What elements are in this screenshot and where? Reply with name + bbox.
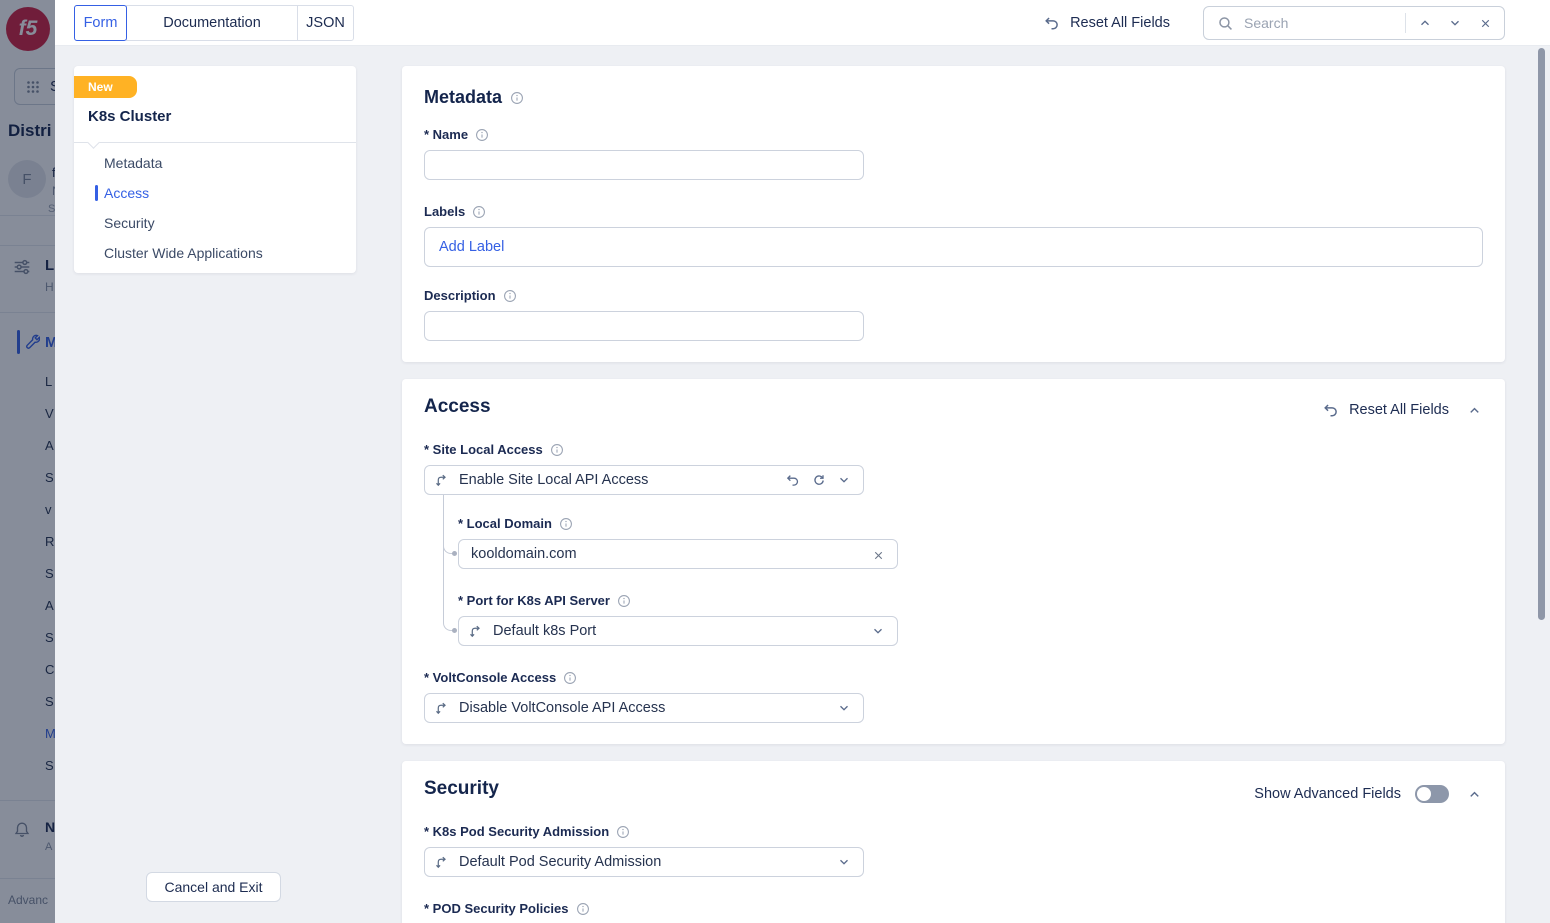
info-icon[interactable]: [616, 825, 630, 839]
name-input[interactable]: [425, 151, 863, 179]
chevron-down-icon[interactable]: [833, 469, 855, 491]
labels-box: Add Label: [424, 227, 1483, 267]
labels-label: Labels: [424, 204, 486, 219]
tree-connector-dot: [452, 628, 457, 633]
voltconsole-access-label: * VoltConsole Access: [424, 670, 577, 685]
view-tabs: Form Documentation JSON: [74, 5, 354, 41]
metadata-section-title: Metadata: [424, 87, 524, 108]
collapse-notch-icon[interactable]: [87, 136, 100, 149]
tab-form[interactable]: Form: [74, 5, 127, 41]
voltconsole-access-value: Disable VoltConsole API Access: [459, 700, 824, 716]
port-for-k8s-api-server-select[interactable]: Default k8s Port: [458, 616, 898, 646]
search-box: [1203, 6, 1505, 40]
wizard-step-cluster-wide-applications[interactable]: Cluster Wide Applications: [74, 238, 356, 268]
description-field-wrap: [424, 311, 864, 341]
undo-icon: [1040, 12, 1062, 34]
access-section-title: Access: [424, 396, 491, 418]
search-icon: [1214, 12, 1236, 34]
access-reset-all-button[interactable]: Reset All Fields: [1319, 399, 1449, 421]
voltconsole-access-select[interactable]: Disable VoltConsole API Access: [424, 693, 864, 723]
tree-connector-dot: [452, 551, 457, 556]
local-domain-input[interactable]: [459, 540, 897, 568]
local-domain-field-wrap: [458, 539, 898, 569]
chevron-down-icon[interactable]: [833, 851, 855, 873]
tree-connector: [443, 495, 454, 631]
collapse-section-chevron-up-icon[interactable]: [1463, 399, 1485, 421]
tab-documentation[interactable]: Documentation: [126, 5, 298, 41]
close-icon[interactable]: [1474, 12, 1496, 34]
k8s-pod-security-admission-label: * K8s Pod Security Admission: [424, 824, 630, 839]
wizard-title: K8s Cluster: [88, 108, 171, 125]
collapse-section-chevron-up-icon[interactable]: [1463, 783, 1485, 805]
fork-icon: [435, 855, 450, 870]
show-advanced-fields-toggle[interactable]: [1415, 785, 1449, 803]
info-icon[interactable]: [563, 671, 577, 685]
wizard-nav-card: New K8s Cluster Metadata Access Security…: [74, 66, 356, 273]
add-label-button[interactable]: Add Label: [439, 239, 504, 255]
info-icon[interactable]: [559, 517, 573, 531]
access-header-actions: Reset All Fields: [1319, 399, 1485, 421]
site-local-access-select[interactable]: Enable Site Local API Access: [424, 465, 864, 495]
info-icon[interactable]: [550, 443, 564, 457]
security-section: Security Show Advanced Fields * K8s Pod …: [402, 761, 1505, 923]
fork-icon: [469, 624, 484, 639]
tab-json[interactable]: JSON: [297, 5, 354, 41]
new-badge: New: [74, 76, 137, 98]
port-value: Default k8s Port: [493, 623, 858, 639]
security-header-actions: Show Advanced Fields: [1254, 783, 1485, 805]
chevron-down-icon[interactable]: [1444, 12, 1466, 34]
chevron-down-icon[interactable]: [867, 620, 889, 642]
fork-icon: [435, 701, 450, 716]
undo-icon[interactable]: [781, 469, 803, 491]
clear-field-close-icon[interactable]: [867, 544, 889, 566]
fork-icon: [435, 473, 450, 488]
undo-icon: [1319, 399, 1341, 421]
info-icon[interactable]: [617, 594, 631, 608]
scrollbar-thumb[interactable]: [1538, 48, 1545, 620]
chevron-up-icon[interactable]: [1414, 12, 1436, 34]
redo-icon[interactable]: [807, 469, 829, 491]
reset-all-fields-button[interactable]: Reset All Fields: [1040, 0, 1170, 46]
pod-security-policies-label: * POD Security Policies: [424, 901, 590, 916]
info-icon[interactable]: [472, 205, 486, 219]
description-label: Description: [424, 288, 517, 303]
description-input[interactable]: [425, 312, 863, 340]
wizard-step-access[interactable]: Access: [74, 178, 356, 208]
info-icon[interactable]: [475, 128, 489, 142]
reset-all-fields-label: Reset All Fields: [1070, 15, 1170, 31]
access-section: Access Reset All Fields * Site Local Acc…: [402, 379, 1505, 744]
site-local-access-value: Enable Site Local API Access: [459, 472, 772, 488]
chevron-down-icon[interactable]: [833, 697, 855, 719]
port-for-k8s-api-server-label: * Port for K8s API Server: [458, 593, 631, 608]
security-section-title: Security: [424, 778, 499, 800]
wizard-steps: Metadata Access Security Cluster Wide Ap…: [74, 148, 356, 268]
metadata-section: Metadata * Name Labels Add Label: [402, 66, 1505, 362]
modal-header: Form Documentation JSON Reset All Fields: [55, 0, 1550, 46]
name-field-wrap: [424, 150, 864, 180]
local-domain-label: * Local Domain: [458, 516, 573, 531]
info-icon[interactable]: [503, 289, 517, 303]
admission-value: Default Pod Security Admission: [459, 854, 824, 870]
modal-body: New K8s Cluster Metadata Access Security…: [55, 46, 1550, 923]
wizard-step-security[interactable]: Security: [74, 208, 356, 238]
site-local-access-label: * Site Local Access: [424, 442, 564, 457]
search-input[interactable]: [1244, 15, 1397, 31]
toggle-knob: [1417, 787, 1431, 801]
wizard-step-metadata[interactable]: Metadata: [74, 148, 356, 178]
name-label: * Name: [424, 127, 489, 142]
k8s-pod-security-admission-select[interactable]: Default Pod Security Admission: [424, 847, 864, 877]
show-advanced-fields-label: Show Advanced Fields: [1254, 786, 1401, 802]
divider: [1405, 13, 1406, 33]
app-root: f5 Se Distri F f5 N S L H M L V A S v R …: [0, 0, 1550, 923]
info-icon[interactable]: [576, 902, 590, 916]
info-icon[interactable]: [510, 91, 524, 105]
k8s-cluster-modal: Form Documentation JSON Reset All Fields: [55, 0, 1550, 923]
cancel-and-exit-button[interactable]: Cancel and Exit: [146, 872, 281, 902]
divider: [74, 142, 356, 143]
